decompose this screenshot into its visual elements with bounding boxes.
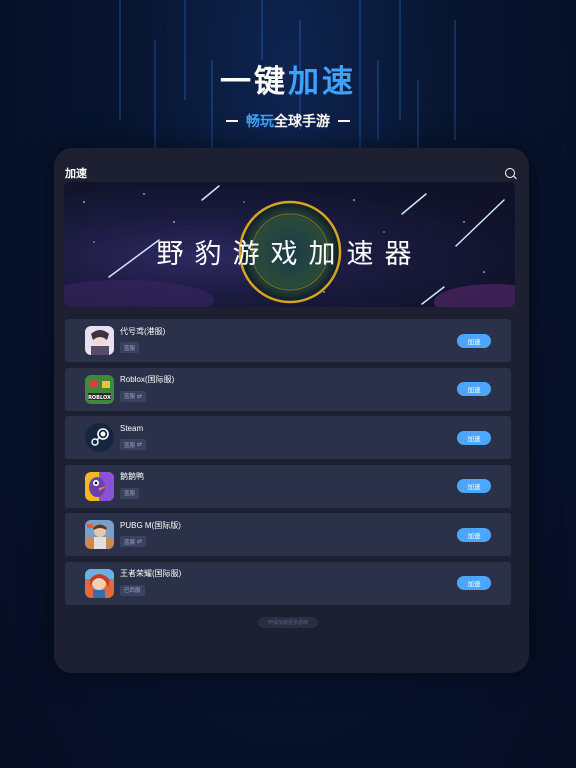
game-name: 鹅鹅鸭 <box>120 472 144 481</box>
region-badge: 蓝服 ⇄ <box>120 390 147 402</box>
search-icon[interactable] <box>505 168 515 178</box>
page-title: 加速 <box>65 168 87 180</box>
honor-of-kings-icon <box>85 568 114 598</box>
hero-subtitle-highlight: 畅玩 <box>246 113 274 129</box>
hero: 一键加速 畅玩全球手游 <box>0 56 576 131</box>
goose-duck-icon <box>85 471 114 501</box>
region-label: 蓝服 <box>124 491 136 497</box>
game-list: 代号鸢(港服) 蓝服 加速 ROBLOX Roblox(国际服) 蓝服 ⇄ 加速 … <box>65 319 511 610</box>
accelerate-button[interactable]: 加速 <box>457 576 491 590</box>
request-more-games-button[interactable]: 申请加速更多游戏 <box>258 617 318 628</box>
game-row[interactable]: PUBG M(国际版) 蓝服 ⇄ 加速 <box>65 513 511 556</box>
region-label: 蓝服 <box>124 539 136 546</box>
game-name: PUBG M(国际版) <box>120 520 181 530</box>
accelerate-button[interactable]: 加速 <box>457 382 491 396</box>
app-header: 加速 <box>65 165 515 181</box>
pubg-icon <box>85 520 114 549</box>
svg-text:ROBLOX: ROBLOX <box>88 395 111 401</box>
accelerate-button[interactable]: 加速 <box>457 527 491 542</box>
game-name: 代号鸢(港服) <box>120 326 166 336</box>
banner[interactable]: 野豹游戏加速器 <box>64 182 515 307</box>
anime-portrait-icon <box>85 326 114 355</box>
region-badge: 蓝服 <box>120 342 140 353</box>
game-row[interactable]: Steam 蓝服 ⇄ 加速 <box>65 416 511 459</box>
region-badge: 蓝服 ⇄ <box>120 439 147 450</box>
accelerate-button[interactable]: 加速 <box>457 333 491 348</box>
region-label: 蓝服 <box>124 394 136 400</box>
banner-title: 野豹游戏加速器 <box>156 239 423 270</box>
swap-icon[interactable]: ⇄ <box>137 441 142 448</box>
game-row[interactable]: 王者荣耀(国际服) 巴西服 加速 <box>65 561 511 605</box>
game-name: Roblox(国际服) <box>120 375 175 384</box>
game-name: Steam <box>120 423 144 433</box>
region-badge: 蓝服 ⇄ <box>120 536 147 547</box>
hero-title-highlight: 加速 <box>288 64 356 99</box>
hero-title-plain: 一键 <box>220 64 288 99</box>
steam-icon <box>85 423 114 452</box>
swap-icon[interactable]: ⇄ <box>137 538 142 545</box>
accelerate-button[interactable]: 加速 <box>457 479 491 493</box>
accelerate-button[interactable]: 加速 <box>457 430 491 445</box>
region-label: 蓝服 <box>124 345 136 352</box>
swap-icon[interactable]: ⇄ <box>137 393 142 400</box>
game-row[interactable]: ROBLOX Roblox(国际服) 蓝服 ⇄ 加速 <box>65 367 511 411</box>
game-row[interactable]: 鹅鹅鸭 蓝服 加速 <box>65 464 511 508</box>
hero-subtitle: 畅玩全球手游 <box>0 111 576 131</box>
hero-subtitle-plain: 全球手游 <box>274 113 330 129</box>
game-name: 王者荣耀(国际服) <box>120 569 182 578</box>
device-screen: 加速 野豹游戏加速器 代号鸢(港服) 蓝服 加速 ROBLOX Roblox(国… <box>54 148 529 673</box>
game-row[interactable]: 代号鸢(港服) 蓝服 加速 <box>65 319 511 362</box>
roblox-icon: ROBLOX <box>85 374 114 404</box>
dash-left <box>226 120 238 122</box>
region-badge: 蓝服 <box>120 487 140 499</box>
region-label: 蓝服 <box>124 442 136 449</box>
region-label: 巴西服 <box>124 588 141 594</box>
region-badge: 巴西服 <box>120 584 145 596</box>
hero-title: 一键加速 <box>0 56 576 101</box>
dash-right <box>338 120 350 122</box>
